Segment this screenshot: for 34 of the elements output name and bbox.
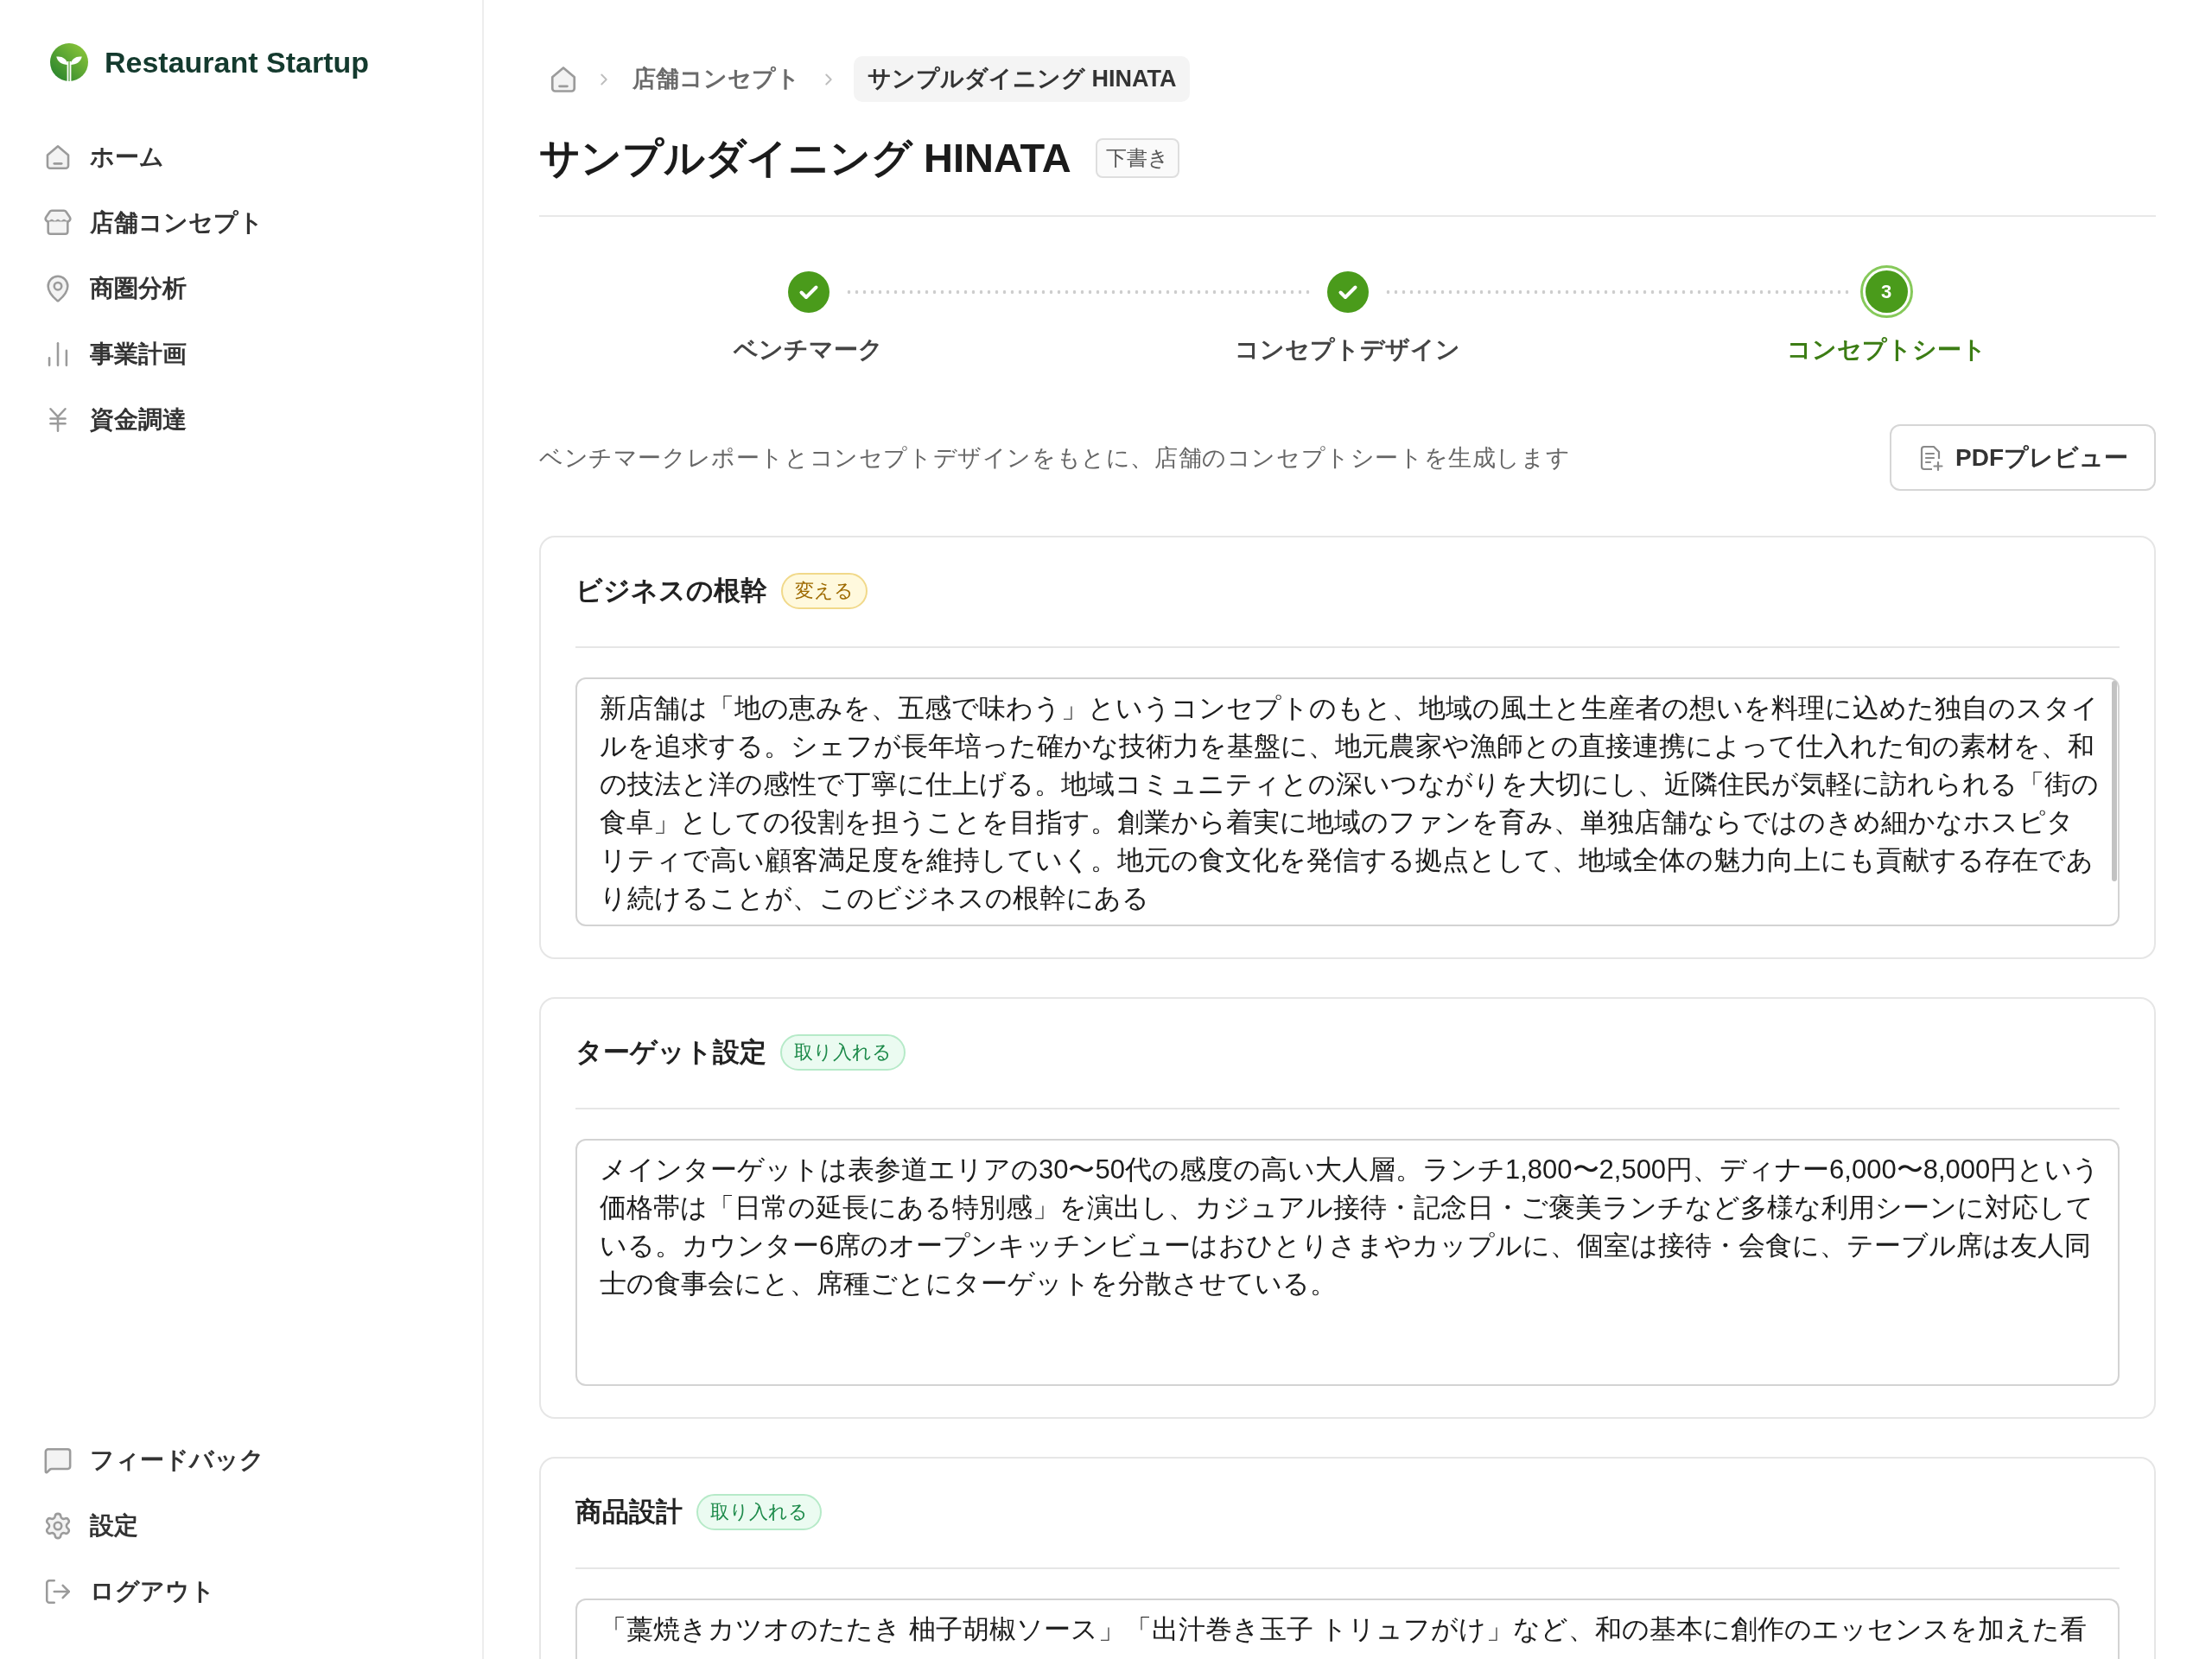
scrollbar-thumb[interactable]	[2112, 681, 2117, 881]
section-title: 商品設計	[575, 1496, 683, 1529]
breadcrumb-link[interactable]: 店舗コンセプト	[629, 56, 804, 102]
settings-icon[interactable]	[43, 1511, 73, 1541]
sprout-logo	[50, 43, 88, 81]
text-area-field[interactable]: 「藁焼きカツオのたたき 柚子胡椒ソース」「出汁巻き玉子 トリュフがけ」など、和の基本に創作のエッセンスを加えた看	[575, 1599, 2120, 1659]
section-title: ビジネスの根幹	[575, 575, 767, 607]
page-title: サンプルダイニング HINATA	[539, 134, 1071, 182]
chat-bubble-icon[interactable]	[43, 1446, 73, 1475]
store-icon[interactable]	[43, 208, 73, 238]
nav-item[interactable]: ホーム	[0, 124, 461, 190]
section-title: ターゲット設定	[575, 1036, 766, 1069]
nav-item[interactable]: ログアウト	[0, 1559, 461, 1624]
text-area-field[interactable]: メインターゲットは表参道エリアの30〜50代の感度の高い大人層。ランチ1,800〜2,500円、ディナー6,000〜8,000円という価格帯は「日常の延長にある特別感」を演出し、カジュアル接待・記念日・ご褒美ランチなど多様な利用シーンに対応している。カウンター6席のオープンキッチンビューはおひとりさまやカップルに、個室は接待・会食に、テーブル席は友人同士の食事会にと、席種ごとにターゲットを分散させている。	[575, 1139, 2120, 1386]
nav-item[interactable]: フィードバック	[0, 1427, 461, 1493]
step-label: ベンチマーク	[734, 335, 884, 365]
step-label: コンセプトシート	[1786, 335, 1986, 365]
text-area-field[interactable]: 新店舗は「地の恵みを、五感で味わう」というコンセプトのもと、地域の風土と生産者の想いを料理に込めた独自のスタイルを追求する。シェフが長年培った確かな技術力を基盤に、地元農家や漁師との直接連携によって仕入れた旬の素材を、和の技法と洋の感性で丁寧に仕上げる。地域コミュニティとの深いつながりを大切にし、近隣住民が気軽に訪れられる「街の食卓」としての役割を担うことを目指す。創業から着実に地域のファンを育み、単独店舗ならではのきめ細かなホスピタリティで高い顧客満足度を維持していく。地元の食文化を発信する拠点として、地域全体の魅力向上にも貢献する存在であり続けることが、このビジネスの根幹にある	[575, 677, 2120, 926]
nav-item[interactable]: 店舗コンセプト	[0, 190, 461, 256]
status-badge: 下書き	[1095, 138, 1179, 178]
nav-item[interactable]: 資金調達	[0, 387, 461, 453]
step-number-marker: 3	[1859, 265, 1913, 318]
nav-item[interactable]: 設定	[0, 1493, 461, 1559]
pdf-preview-button[interactable]: PDFプレビュー	[1890, 424, 2156, 491]
step-label: コンセプトデザイン	[1235, 335, 1460, 365]
current-breadcrumb[interactable]: サンプルダイニング HINATA	[854, 56, 1191, 102]
logout-icon[interactable]	[43, 1577, 73, 1606]
status-tag: 取り入れる	[780, 1034, 906, 1071]
brand-name: Restaurant Startup	[105, 45, 370, 79]
description-text: ベンチマークレポートとコンセプトデザインをもとに、店舗のコンセプトシートを生成します	[539, 443, 1571, 473]
nav-item[interactable]: 商圏分析	[0, 256, 461, 321]
nav-item[interactable]: 事業計画	[0, 321, 461, 387]
status-tag: 変える	[781, 573, 868, 609]
status-tag: 取り入れる	[696, 1494, 822, 1530]
